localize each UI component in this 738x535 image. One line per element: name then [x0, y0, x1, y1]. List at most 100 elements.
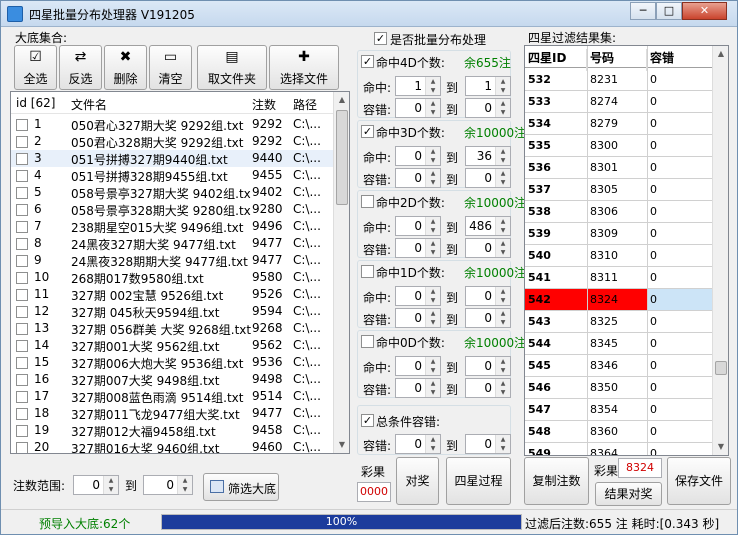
row-checkbox[interactable]: [16, 425, 28, 437]
result-row[interactable]: 536 8301 0: [525, 157, 713, 179]
file-row[interactable]: 14 327期001大奖 9562组.txt 9562 C:\...: [11, 337, 341, 354]
lottery-input[interactable]: 0000: [357, 482, 391, 502]
hit-section-checkbox[interactable]: [361, 195, 374, 208]
result-row[interactable]: 543 8325 0: [525, 311, 713, 333]
result-row[interactable]: 534 8279 0: [525, 113, 713, 135]
file-row[interactable]: 1 050君心327期大奖 9292组.txt 9292 C:\...: [11, 116, 341, 133]
file-row[interactable]: 13 327期 056群美 大奖 9268组.txt 9268 C:\...: [11, 320, 341, 337]
total-tol-from-stepper[interactable]: 0 ▲ ▼: [395, 434, 441, 454]
row-checkbox[interactable]: [16, 340, 28, 352]
result-row[interactable]: 542 8324 0: [525, 289, 713, 311]
hit-to-stepper[interactable]: 0 ▲ ▼: [465, 98, 511, 118]
toolbar-button-3[interactable]: ▭ 清空: [149, 45, 192, 90]
toolbar-button-2[interactable]: ✖ 删除: [104, 45, 147, 90]
row-checkbox[interactable]: [16, 119, 28, 131]
file-row[interactable]: 9 24黑夜328期期大奖 9477组.txt 9477 C:\...: [11, 252, 341, 269]
file-row[interactable]: 8 24黑夜327期大奖 9477组.txt 9477 C:\...: [11, 235, 341, 252]
result-row[interactable]: 546 8350 0: [525, 377, 713, 399]
range-to-stepper[interactable]: 0 ▲ ▼: [143, 475, 193, 495]
result-row[interactable]: 539 8309 0: [525, 223, 713, 245]
toolbar-button-0[interactable]: ☑ 全选: [14, 45, 57, 90]
hit-to-stepper[interactable]: 0 ▲ ▼: [465, 238, 511, 258]
file-row[interactable]: 18 327期011飞龙9477组大奖.txt 9477 C:\...: [11, 405, 341, 422]
result-match-button[interactable]: 结果对奖: [595, 482, 662, 506]
file-row[interactable]: 3 051号拼搏327期9440组.txt 9440 C:\...: [11, 150, 341, 167]
scroll-up-icon[interactable]: ▲: [334, 92, 349, 108]
hit-section-checkbox[interactable]: [361, 335, 374, 348]
result-row[interactable]: 532 8231 0: [525, 69, 713, 91]
hit-from-stepper[interactable]: 0 ▲ ▼: [395, 216, 441, 236]
toolbar-button-5[interactable]: ✚ 选择文件: [269, 45, 339, 90]
file-row[interactable]: 16 327期007大奖 9498组.txt 9498 C:\...: [11, 371, 341, 388]
result-row[interactable]: 548 8360 0: [525, 421, 713, 443]
result-row[interactable]: 544 8345 0: [525, 333, 713, 355]
hit-to-stepper[interactable]: 0 ▲ ▼: [465, 356, 511, 376]
hit-from-stepper[interactable]: 0 ▲ ▼: [395, 378, 441, 398]
scroll-down-icon[interactable]: ▼: [334, 437, 349, 453]
hit-section-checkbox[interactable]: [361, 265, 374, 278]
result-row[interactable]: 535 8300 0: [525, 135, 713, 157]
row-checkbox[interactable]: [16, 272, 28, 284]
hit-to-stepper[interactable]: 0 ▲ ▼: [465, 308, 511, 328]
hit-to-stepper[interactable]: 486 ▲ ▼: [465, 216, 511, 236]
grid-scroll-down-icon[interactable]: ▼: [713, 439, 728, 455]
col-path[interactable]: 路径: [293, 96, 317, 113]
col-filename[interactable]: 文件名: [71, 96, 107, 113]
match-button[interactable]: 对奖: [396, 457, 439, 505]
row-checkbox[interactable]: [16, 204, 28, 216]
file-row[interactable]: 5 058号景亭327期大奖 9402组.txt 9402 C:\...: [11, 184, 341, 201]
result-row[interactable]: 537 8305 0: [525, 179, 713, 201]
minimize-button[interactable]: ─: [630, 2, 656, 20]
file-row[interactable]: 10 268期017数9580组.txt 9580 C:\...: [11, 269, 341, 286]
row-checkbox[interactable]: [16, 442, 28, 453]
hit-section-checkbox[interactable]: ✓: [361, 125, 374, 138]
hit-from-stepper[interactable]: 1 ▲ ▼: [395, 76, 441, 96]
row-checkbox[interactable]: [16, 306, 28, 318]
file-list[interactable]: id [62] 文件名 注数 路径 1 050君心327期大奖 9292组.tx…: [10, 91, 350, 454]
copy-count-button[interactable]: 复制注数: [524, 457, 589, 505]
hit-from-stepper[interactable]: 0 ▲ ▼: [395, 168, 441, 188]
hit-from-stepper[interactable]: 0 ▲ ▼: [395, 286, 441, 306]
range-from-stepper[interactable]: 0 ▲ ▼: [73, 475, 119, 495]
result-row[interactable]: 541 8311 0: [525, 267, 713, 289]
col-count[interactable]: 注数: [252, 96, 276, 113]
close-button[interactable]: ✕: [682, 2, 727, 20]
result-row[interactable]: 545 8346 0: [525, 355, 713, 377]
file-row[interactable]: 2 050君心328期大奖 9292组.txt 9292 C:\...: [11, 133, 341, 150]
save-file-button[interactable]: 保存文件: [667, 457, 731, 505]
row-checkbox[interactable]: [16, 170, 28, 182]
col-tolerance[interactable]: 容错: [647, 49, 713, 71]
file-row[interactable]: 15 327期006大炮大奖 9536组.txt 9536 C:\...: [11, 354, 341, 371]
col-number[interactable]: 号码: [587, 49, 647, 71]
scroll-thumb[interactable]: [336, 110, 348, 205]
result-row[interactable]: 547 8354 0: [525, 399, 713, 421]
row-checkbox[interactable]: [16, 187, 28, 199]
result-row[interactable]: 540 8310 0: [525, 245, 713, 267]
hit-from-stepper[interactable]: 0 ▲ ▼: [395, 238, 441, 258]
result-row[interactable]: 549 8364 0: [525, 443, 713, 455]
row-checkbox[interactable]: [16, 238, 28, 250]
row-checkbox[interactable]: [16, 255, 28, 267]
col-four-star-id[interactable]: 四星ID: [525, 49, 587, 71]
row-checkbox[interactable]: [16, 391, 28, 403]
batch-checkbox[interactable]: ✓: [374, 32, 387, 45]
result-row[interactable]: 533 8274 0: [525, 91, 713, 113]
hit-to-stepper[interactable]: 0 ▲ ▼: [465, 378, 511, 398]
hit-section-checkbox[interactable]: ✓: [361, 55, 374, 68]
hit-to-stepper[interactable]: 36 ▲ ▼: [465, 146, 511, 166]
hit-from-stepper[interactable]: 0 ▲ ▼: [395, 98, 441, 118]
hit-to-stepper[interactable]: 1 ▲ ▼: [465, 76, 511, 96]
hit-from-stepper[interactable]: 0 ▲ ▼: [395, 308, 441, 328]
total-tolerance-checkbox[interactable]: ✓: [361, 414, 374, 427]
row-checkbox[interactable]: [16, 408, 28, 420]
maximize-button[interactable]: □: [656, 2, 682, 20]
row-checkbox[interactable]: [16, 323, 28, 335]
file-row[interactable]: 19 327期012大福9458组.txt 9458 C:\...: [11, 422, 341, 439]
file-row[interactable]: 4 051号拼搏328期9455组.txt 9455 C:\...: [11, 167, 341, 184]
file-row[interactable]: 11 327期 002宝慧 9526组.txt 9526 C:\...: [11, 286, 341, 303]
result-grid[interactable]: 四星ID 号码 容错 532 8231 0 533 8274 0 534 8279 …: [524, 45, 729, 456]
process-button[interactable]: 四星过程: [446, 457, 511, 505]
row-checkbox[interactable]: [16, 374, 28, 386]
file-row[interactable]: 6 058号景亭328期大奖 9280组.txt 9280 C:\...: [11, 201, 341, 218]
result-row[interactable]: 538 8306 0: [525, 201, 713, 223]
